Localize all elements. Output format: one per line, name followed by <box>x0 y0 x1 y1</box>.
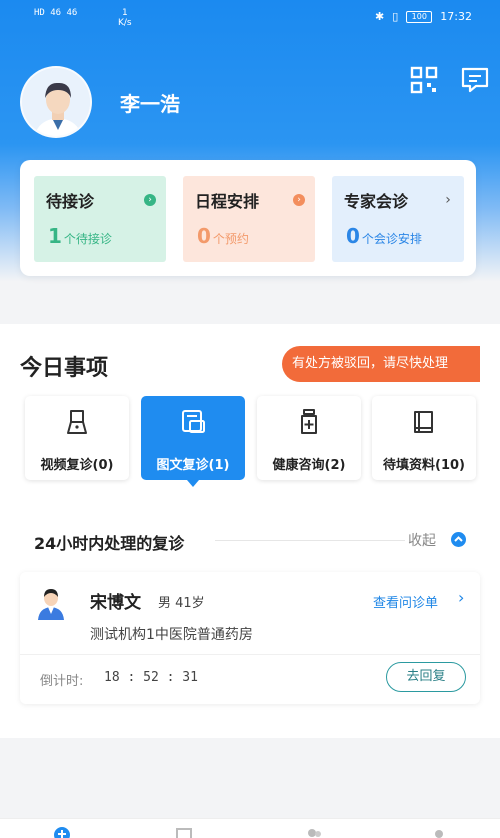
expert-consult-tile[interactable]: 专家会诊 › 0 个会诊安排 <box>332 176 464 262</box>
collapse-button[interactable]: 收起 <box>408 530 436 550</box>
pending-title: 待接诊 <box>46 192 95 211</box>
chevron-right-icon: › <box>293 194 305 206</box>
followup-card[interactable]: 宋博文 男 41岁 查看问诊单 › 测试机构1中医院普通药房 倒计时: 18 :… <box>20 572 480 704</box>
divider <box>20 654 480 655</box>
consult-title: 专家会诊 <box>344 192 409 211</box>
pending-visits-tile[interactable]: 待接诊 › 1 个待接诊 <box>34 176 166 262</box>
chevron-right-icon: › <box>445 192 451 208</box>
tab-image-text-followup[interactable]: 图文复诊(1) <box>141 396 245 487</box>
consult-count: 0 个会诊安排 <box>346 224 422 248</box>
status-right: ✱ ▯ 100 17:32 <box>375 10 472 23</box>
image-text-icon <box>182 410 205 433</box>
tab-pending-info[interactable]: 待填资料(10) <box>372 396 476 480</box>
tab-label: 视频复诊(0) <box>40 458 114 473</box>
patients-tab-icon[interactable] <box>305 825 323 838</box>
chevron-right-icon[interactable]: › <box>458 588 464 607</box>
calendar-tab-icon[interactable] <box>175 825 193 838</box>
divider <box>215 540 405 541</box>
message-button[interactable] <box>460 66 490 94</box>
tab-label: 图文复诊(1) <box>156 458 230 473</box>
tab-label: 待填资料(10) <box>383 458 465 473</box>
countdown-label: 倒计时: <box>40 674 84 689</box>
qr-code-icon <box>410 66 438 94</box>
bottom-tab-bar <box>0 818 500 838</box>
patient-organization: 测试机构1中医院普通药房 <box>90 627 253 643</box>
reply-button[interactable]: 去回复 <box>386 662 466 692</box>
status-bar: HD 46 46 1 K/s ✱ ▯ 100 17:32 <box>0 6 500 34</box>
rejected-prescription-alert[interactable]: 有处方被驳回，请尽快处理 <box>282 346 480 382</box>
tab-video-followup[interactable]: 视频复诊(0) <box>25 396 129 480</box>
patient-name: 宋博文 <box>90 593 141 613</box>
schedule-title: 日程安排 <box>195 192 260 211</box>
patient-avatar <box>38 589 64 620</box>
doctor-name: 李一浩 <box>120 92 180 116</box>
summary-card: 待接诊 › 1 个待接诊 日程安排 › 0 个预约 专家会诊 › 0 个会诊安排 <box>20 160 476 276</box>
pending-count: 1 个待接诊 <box>48 224 112 248</box>
patient-gender-age: 男 41岁 <box>158 596 205 611</box>
qr-code-button[interactable] <box>410 66 438 94</box>
countdown-value: 18 : 52 : 31 <box>104 670 198 685</box>
network-speed: 1 K/s <box>118 8 132 28</box>
chevron-up-icon[interactable] <box>451 532 466 547</box>
tab-health-consult[interactable]: 健康咨询(2) <box>257 396 361 480</box>
book-icon <box>414 411 433 433</box>
network-indicator: HD 46 46 <box>34 8 78 18</box>
today-section: 今日事项 有处方被驳回，请尽快处理 视频复诊(0) 图文复诊(1) 健康咨询(2… <box>0 324 500 738</box>
battery-icon: 100 <box>406 10 433 23</box>
profile-tab-icon[interactable] <box>430 825 448 838</box>
clock: 17:32 <box>440 10 472 23</box>
schedule-tile[interactable]: 日程安排 › 0 个预约 <box>183 176 315 262</box>
section-title: 24小时内处理的复诊 <box>34 534 185 553</box>
chevron-right-icon: › <box>144 194 156 206</box>
video-followup-icon <box>67 410 87 434</box>
home-tab-icon[interactable] <box>53 825 71 838</box>
today-title: 今日事项 <box>20 356 109 381</box>
schedule-count: 0 个预约 <box>197 224 249 248</box>
bluetooth-icon: ✱ <box>375 10 385 23</box>
vibrate-icon: ▯ <box>392 10 399 23</box>
message-icon <box>461 67 489 93</box>
doctor-avatar[interactable] <box>20 66 92 138</box>
view-consult-form-link[interactable]: 查看问诊单 <box>373 592 438 611</box>
health-bottle-icon <box>301 409 317 434</box>
tab-label: 健康咨询(2) <box>272 458 346 473</box>
